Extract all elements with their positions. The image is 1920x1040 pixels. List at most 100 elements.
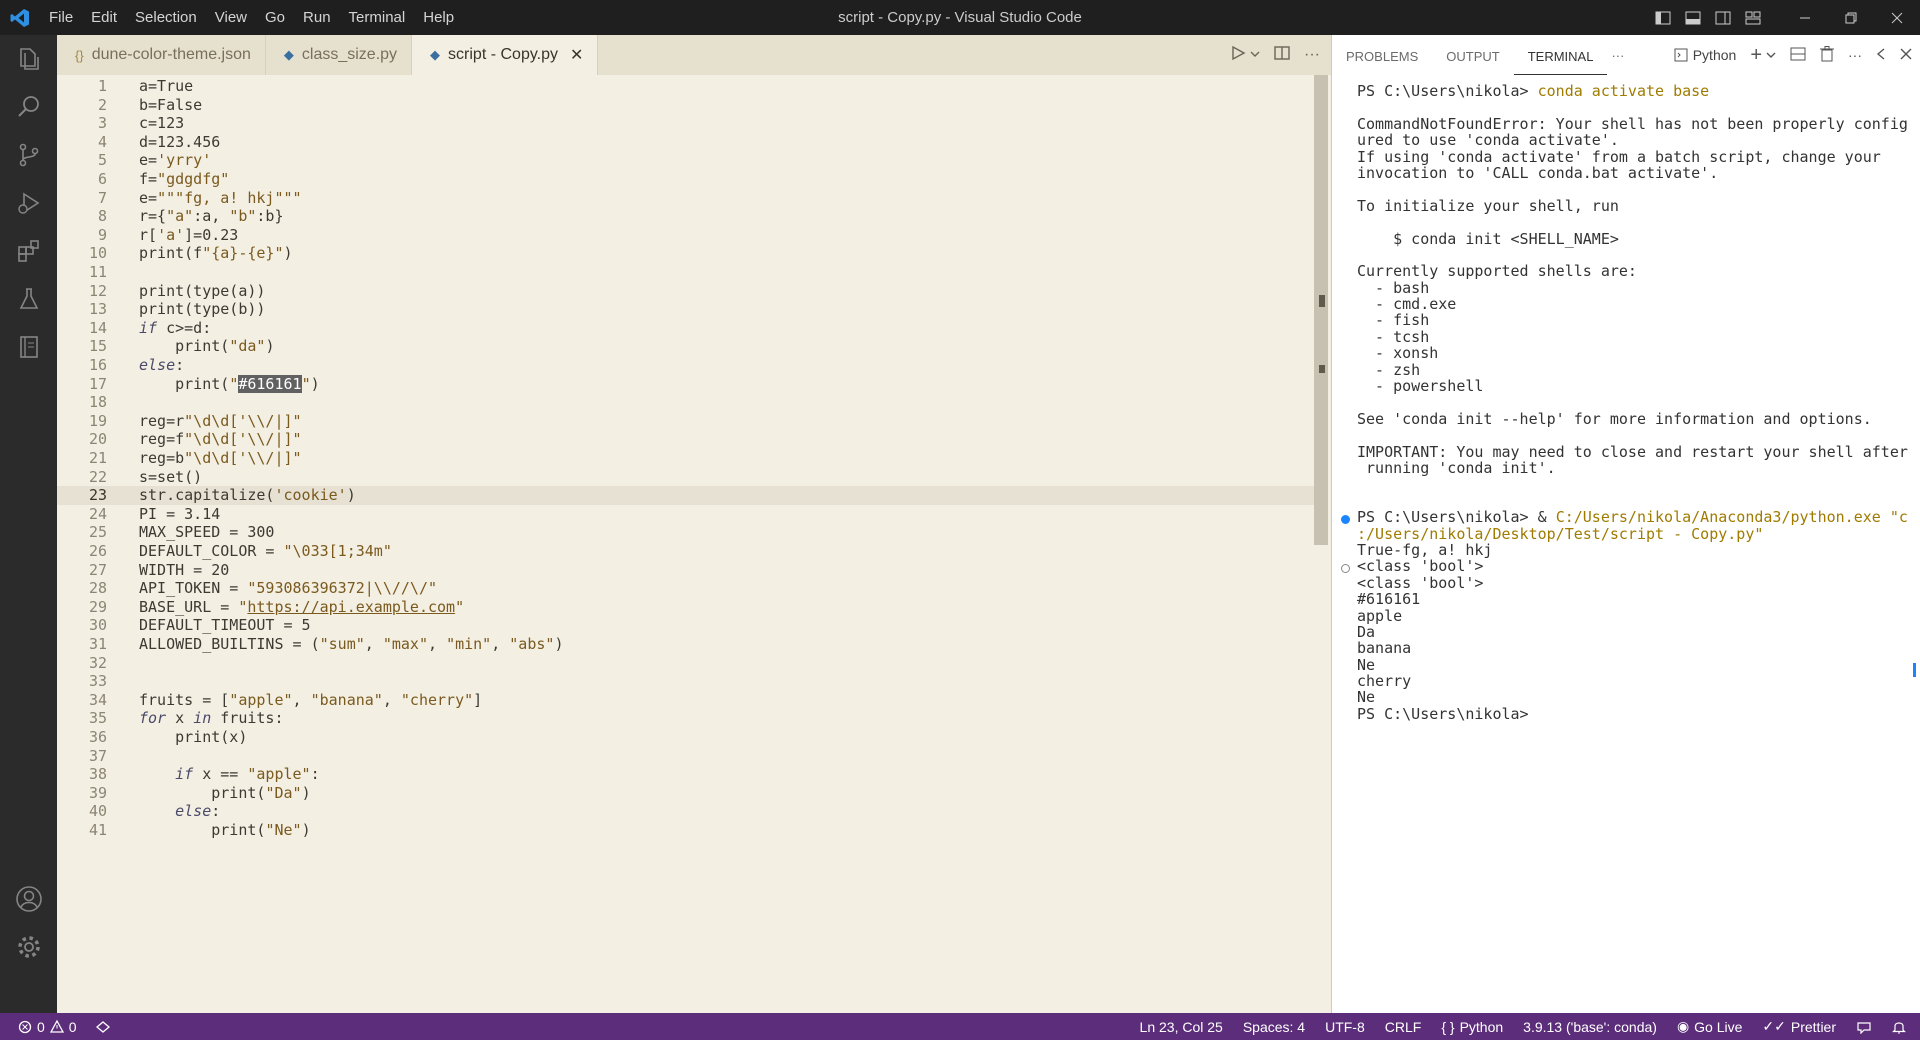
code-line[interactable]: 30 DEFAULT_TIMEOUT = 5 [57, 616, 1327, 635]
prettier-status[interactable]: ✓✓ Prettier [1762, 1018, 1836, 1035]
explorer-icon[interactable] [0, 35, 57, 83]
code-line[interactable]: 12 print(type(a)) [57, 282, 1327, 301]
code-line[interactable]: 21 reg=b"\d\d['\\/|]" [57, 449, 1327, 468]
command-decoration-icon[interactable] [1341, 515, 1350, 525]
close-window-icon[interactable] [1874, 0, 1920, 35]
testing-icon[interactable] [0, 275, 57, 323]
menu-go[interactable]: Go [256, 0, 294, 35]
tab-dune-color-theme[interactable]: {} dune-color-theme.json [57, 35, 266, 75]
menu-help[interactable]: Help [414, 0, 463, 35]
terminal-output[interactable]: PS C:\Users\nikola> conda activate base C… [1341, 83, 1917, 722]
minimize-icon[interactable] [1782, 0, 1828, 35]
code-line[interactable]: 2 b=False [57, 96, 1327, 115]
tab-class-size[interactable]: ◆ class_size.py [266, 35, 413, 75]
customize-layout-icon[interactable] [1738, 0, 1768, 35]
go-live-button[interactable]: ◉ Go Live [1677, 1018, 1742, 1035]
terminal-profile[interactable]: Python [1674, 47, 1736, 63]
end-of-line[interactable]: CRLF [1385, 1019, 1422, 1035]
indentation[interactable]: Spaces: 4 [1243, 1019, 1305, 1035]
code-line[interactable]: 40 else: [57, 802, 1327, 821]
menu-edit[interactable]: Edit [82, 0, 126, 35]
toggle-panel-icon[interactable] [1678, 0, 1708, 35]
chevron-left-icon[interactable] [1876, 47, 1886, 63]
panel-more-actions-icon[interactable]: ··· [1848, 47, 1862, 63]
language-mode[interactable]: { } Python [1441, 1019, 1503, 1035]
tab-script-copy[interactable]: ◆ script - Copy.py ✕ [412, 35, 599, 75]
account-icon[interactable] [0, 875, 57, 923]
code-line[interactable]: 24 PI = 3.14 [57, 505, 1327, 524]
code-line[interactable]: 23 str.capitalize('cookie') [57, 486, 1327, 505]
kill-terminal-icon[interactable] [1820, 45, 1834, 65]
code-line[interactable]: 17 print("#616161") [57, 374, 1327, 394]
code-line[interactable]: 36 print(x) [57, 728, 1327, 747]
source-control-icon[interactable] [0, 131, 57, 179]
code-line[interactable]: 28 API_TOKEN = "593086396372|\\//\/" [57, 579, 1327, 598]
code-line[interactable]: 25 MAX_SPEED = 300 [57, 523, 1327, 542]
settings-gear-icon[interactable] [0, 923, 57, 971]
split-editor-icon[interactable] [1274, 45, 1290, 66]
menu-run[interactable]: Run [294, 0, 340, 35]
code-line[interactable]: 6 f="gdgdfg" [57, 170, 1327, 189]
problems-status[interactable]: 0 0 [18, 1019, 77, 1035]
tab-terminal[interactable]: TERMINAL [1513, 35, 1608, 75]
remote-debug-icon[interactable] [95, 1020, 111, 1034]
run-debug-icon[interactable] [0, 179, 57, 227]
python-interpreter[interactable]: 3.9.13 ('base': conda) [1523, 1019, 1657, 1035]
tab-problems[interactable]: PROBLEMS [1332, 35, 1432, 75]
code-line[interactable]: 5 e='yrry' [57, 151, 1327, 170]
more-actions-icon[interactable]: ··· [1304, 46, 1320, 64]
editor-scrollbar[interactable] [1314, 75, 1328, 545]
code-line[interactable]: 3 c=123 [57, 114, 1327, 133]
menu-file[interactable]: File [40, 0, 82, 35]
code-line[interactable]: 14 if c>=d: [57, 319, 1327, 338]
code-line[interactable]: 29 BASE_URL = "https://api.example.com" [57, 598, 1327, 617]
extensions-icon[interactable] [0, 227, 57, 275]
notifications-bell-icon[interactable] [1892, 1019, 1906, 1034]
menu-selection[interactable]: Selection [126, 0, 206, 35]
menu-terminal[interactable]: Terminal [340, 0, 415, 35]
code-line[interactable]: 38 if x == "apple": [57, 765, 1327, 784]
code-line[interactable]: 19 reg=r"\d\d['\\/|]" [57, 412, 1327, 431]
code-line[interactable]: 41 print("Ne") [57, 821, 1327, 840]
code-line[interactable]: 31 ALLOWED_BUILTINS = ("sum", "max", "min… [57, 635, 1327, 654]
code-line[interactable]: 34 fruits = ["apple", "banana", "cherry"] [57, 691, 1327, 710]
panel-more-icon[interactable]: ··· [1611, 48, 1624, 63]
restore-icon[interactable] [1828, 0, 1874, 35]
code-line[interactable]: 1 a=True [57, 77, 1327, 96]
search-icon[interactable] [0, 83, 57, 131]
close-panel-icon[interactable] [1900, 47, 1912, 63]
code-line[interactable]: 10 print(f"{a}-{e}") [57, 244, 1327, 263]
code-line[interactable]: 22 s=set() [57, 468, 1327, 487]
code-line[interactable]: 33 [57, 672, 1327, 691]
code-line[interactable]: 18 [57, 393, 1327, 412]
code-line[interactable]: 37 [57, 747, 1327, 766]
run-python-file-icon[interactable] [1230, 45, 1246, 66]
code-line[interactable]: 15 print("da") [57, 337, 1327, 356]
code-line[interactable]: 11 [57, 263, 1327, 282]
code-line[interactable]: 8 r={"a":a, "b":b} [57, 207, 1327, 226]
code-line[interactable]: 9 r['a']=0.23 [57, 226, 1327, 245]
code-line[interactable]: 7 e="""fg, a! hkj""" [57, 189, 1327, 208]
code-line[interactable]: 39 print("Da") [57, 784, 1327, 803]
toggle-secondary-sidebar-icon[interactable] [1708, 0, 1738, 35]
menu-view[interactable]: View [206, 0, 256, 35]
code-line[interactable]: 13 print(type(b)) [57, 300, 1327, 319]
split-terminal-icon[interactable] [1790, 46, 1806, 65]
new-terminal-icon[interactable]: + [1750, 45, 1762, 65]
command-decoration-empty-icon[interactable] [1341, 564, 1350, 574]
tab-output[interactable]: OUTPUT [1432, 35, 1513, 75]
new-terminal-chevron-icon[interactable] [1766, 47, 1776, 63]
code-line[interactable]: 27 WIDTH = 20 [57, 561, 1327, 580]
feedback-icon[interactable] [1856, 1020, 1872, 1034]
run-dropdown-chevron-icon[interactable] [1250, 46, 1260, 64]
code-line[interactable]: 20 reg=f"\d\d['\\/|]" [57, 430, 1327, 449]
toggle-primary-sidebar-icon[interactable] [1648, 0, 1678, 35]
code-line[interactable]: 4 d=123.456 [57, 133, 1327, 152]
code-line[interactable]: 26 DEFAULT_COLOR = "\033[1;34m" [57, 542, 1327, 561]
code-line[interactable]: 32 [57, 654, 1327, 673]
encoding[interactable]: UTF-8 [1325, 1019, 1365, 1035]
code-line[interactable]: 16 else: [57, 356, 1327, 375]
close-tab-icon[interactable]: ✕ [570, 45, 583, 65]
code-editor[interactable]: 1 a=True 2 b=False 3 c=123 4 d=123.456 5 e='yrry'… [57, 75, 1332, 1013]
code-line[interactable]: 35 for x in fruits: [57, 709, 1327, 728]
